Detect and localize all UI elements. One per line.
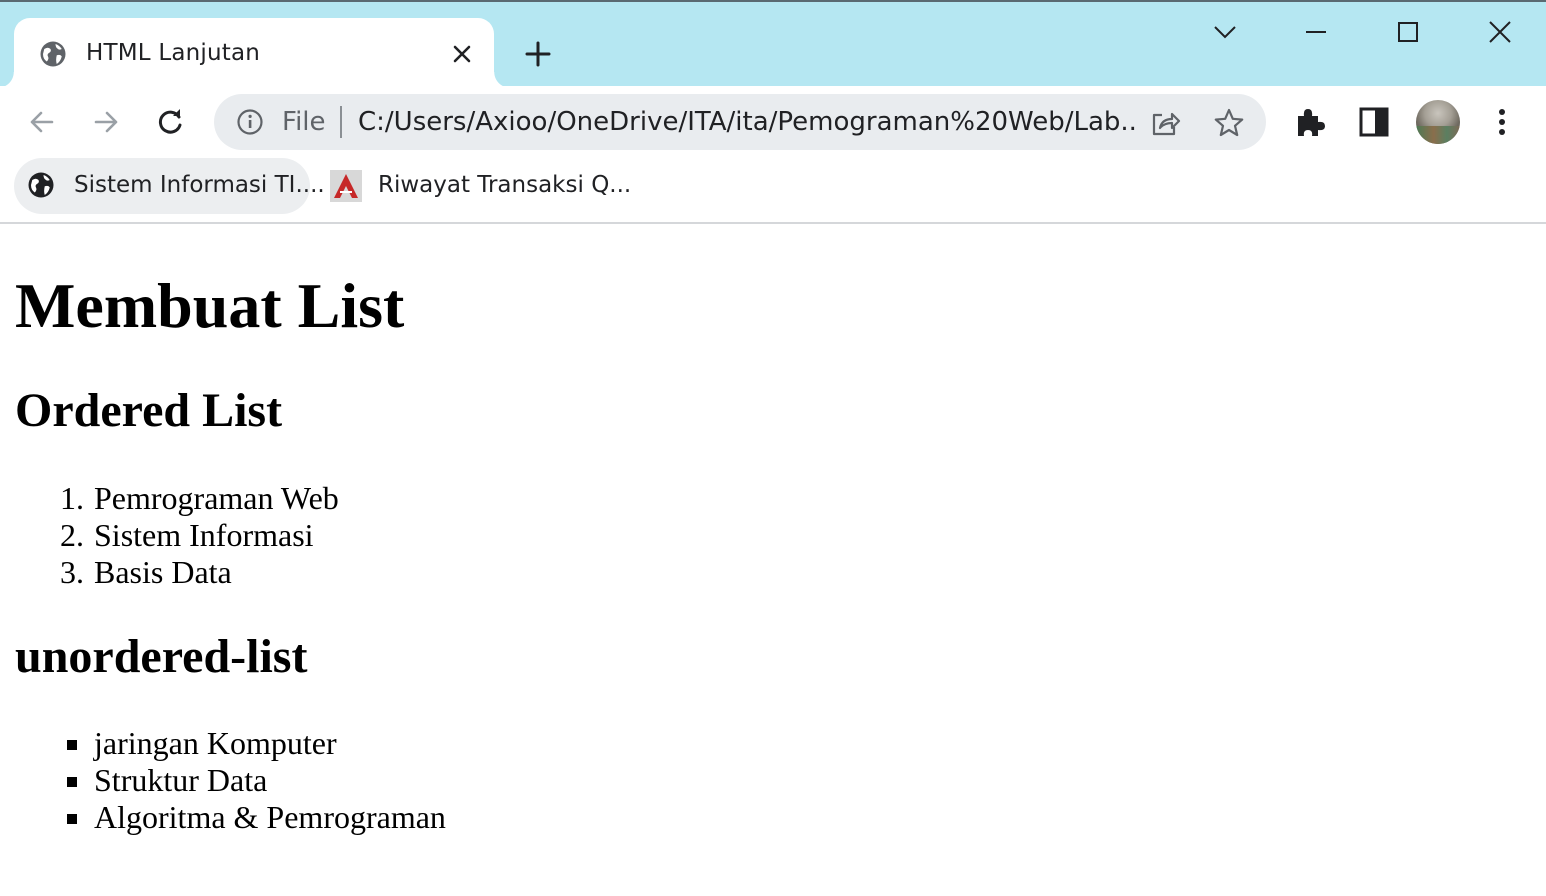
side-panel-icon[interactable] (1356, 104, 1392, 140)
url-text[interactable]: C:/Users/Axioo/OneDrive/ITA/ita/Pemogram… (358, 107, 1138, 137)
list-marker: 1. (60, 480, 84, 516)
avatar[interactable] (1416, 100, 1460, 144)
list-item: 3. Basis Data (0, 554, 339, 591)
list-item: 2. Sistem Informasi (0, 517, 339, 554)
share-icon[interactable] (1148, 106, 1182, 140)
chevron-down-icon[interactable] (1209, 16, 1241, 48)
list-item-text: Pemrograman Web (94, 480, 339, 516)
puzzle-icon[interactable] (1292, 104, 1328, 140)
list-item-text: Struktur Data (94, 762, 268, 798)
bookmark-sistem-informasi[interactable]: Sistem Informasi TI.... (14, 158, 325, 214)
bullet-square-icon (67, 777, 77, 787)
list-marker: 2. (60, 517, 84, 553)
bullet-square-icon (67, 814, 77, 824)
list-item-text: jaringan Komputer (94, 725, 337, 761)
list-item: Struktur Data (0, 762, 446, 799)
unordered-list-heading: unordered-list (15, 630, 308, 683)
tab-html-lanjutan[interactable]: HTML Lanjutan (0, 18, 510, 88)
bookmark-label: Riwayat Transaksi Q... (378, 172, 632, 198)
url-scheme-label: File (282, 107, 326, 137)
reload-icon[interactable] (152, 104, 188, 140)
list-item-text: Sistem Informasi (94, 517, 314, 553)
bookmark-label: Sistem Informasi TI.... (74, 172, 325, 198)
bookmarks-bar: Sistem Informasi TI.... Riwayat Transaks… (0, 158, 1546, 224)
list-item-text: Algoritma & Pemrograman (94, 799, 446, 835)
new-tab-button[interactable] (522, 38, 554, 70)
unordered-list: jaringan Komputer Struktur Data Algoritm… (0, 725, 446, 836)
title-bar: HTML Lanjutan (0, 0, 1546, 88)
info-icon[interactable] (236, 108, 264, 136)
bullet-square-icon (67, 740, 77, 750)
minimize-icon[interactable] (1300, 16, 1332, 48)
maximize-icon[interactable] (1392, 16, 1424, 48)
site-logo-icon (330, 170, 362, 202)
list-item: Algoritma & Pemrograman (0, 799, 446, 836)
list-item: 1. Pemrograman Web (0, 480, 339, 517)
close-icon[interactable] (1484, 16, 1516, 48)
tab-title: HTML Lanjutan (86, 40, 261, 66)
list-item: jaringan Komputer (0, 725, 446, 762)
arrow-right-icon[interactable] (88, 104, 124, 140)
globe-icon (28, 172, 54, 198)
address-bar[interactable]: File C:/Users/Axioo/OneDrive/ITA/ita/Pem… (214, 94, 1266, 150)
page-title: Membuat List (15, 270, 405, 341)
bookmark-riwayat-transaksi[interactable]: Riwayat Transaksi Q... (322, 158, 631, 214)
ordered-list: 1. Pemrograman Web 2. Sistem Informasi 3. B… (0, 480, 339, 591)
star-icon[interactable] (1212, 106, 1246, 140)
kebab-menu-icon[interactable] (1484, 104, 1520, 140)
globe-icon (40, 41, 66, 67)
browser-toolbar: File C:/Users/Axioo/OneDrive/ITA/ita/Pem… (0, 86, 1546, 158)
list-marker: 3. (60, 554, 84, 590)
list-item-text: Basis Data (94, 554, 232, 590)
page-content: Membuat List Ordered List 1. Pemrograman … (0, 224, 1546, 896)
close-icon[interactable] (450, 42, 474, 66)
arrow-left-icon[interactable] (24, 104, 60, 140)
divider (340, 106, 342, 138)
ordered-list-heading: Ordered List (15, 384, 283, 437)
